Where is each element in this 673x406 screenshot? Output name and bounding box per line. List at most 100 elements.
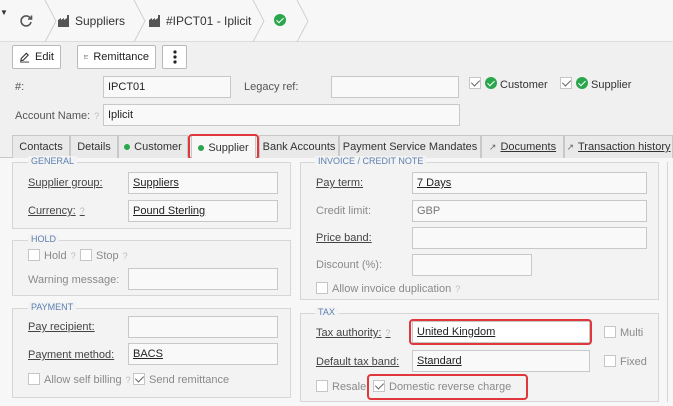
hold-checkbox[interactable] (28, 249, 40, 261)
link-icon: ↗ (566, 141, 574, 152)
tab-customer[interactable]: Customer (118, 135, 188, 158)
discount-label: Discount (%): (316, 259, 383, 271)
tab-contacts[interactable]: Contacts (12, 135, 70, 158)
default-tax-band-field[interactable]: Standard (412, 350, 590, 372)
pencil-icon (19, 52, 30, 63)
remittance-button-label: Remittance (93, 51, 149, 63)
supplier-checkbox[interactable] (560, 77, 572, 89)
envelope-icon (84, 55, 89, 59)
hold-label: Hold? (44, 250, 76, 262)
tab-customer-label: Customer (134, 141, 182, 153)
tab-contacts-label: Contacts (19, 141, 63, 153)
payment-title: PAYMENT (28, 302, 77, 312)
pay-recipient-label[interactable]: Pay recipient: (28, 321, 95, 333)
discount-field[interactable] (412, 254, 532, 276)
customer-checkbox[interactable] (469, 77, 481, 89)
legacy-ref-label: Legacy ref: (244, 81, 299, 93)
allow-self-billing-label: Allow self billing? (44, 374, 131, 386)
link-icon: ↗ (488, 141, 497, 152)
resale-checkbox[interactable] (316, 380, 328, 392)
resale-label: Resale (332, 381, 367, 393)
id-field[interactable]: IPCT01 (103, 76, 231, 98)
fixed-label: Fixed (620, 356, 647, 368)
price-band-label[interactable]: Price band: (316, 232, 372, 244)
tax-title: TAX (315, 307, 338, 317)
breadcrumb: ▼ Suppliers #IPCT01 - Iplicit (0, 0, 673, 42)
tab-transaction-history[interactable]: ↗ Transaction history (564, 135, 673, 158)
allow-self-billing-checkbox[interactable] (28, 373, 40, 385)
allow-invoice-duplication-label: Allow invoice duplication? (332, 283, 461, 295)
status-ok-icon (274, 14, 286, 26)
help-icon: ? (79, 206, 85, 216)
account-name-label: Account Name:? (15, 110, 100, 122)
toolbar: Edit Remittance (0, 43, 673, 71)
domestic-reverse-charge-highlight (367, 374, 528, 400)
tab-details-label: Details (77, 141, 111, 153)
edit-button-label: Edit (35, 51, 54, 63)
general-title: GENERAL (28, 156, 78, 166)
more-options-button[interactable] (162, 45, 187, 69)
help-icon: ? (94, 111, 100, 121)
allow-invoice-duplication-checkbox[interactable] (316, 282, 328, 294)
tax-authority-label[interactable]: Tax authority:? (316, 327, 390, 339)
refresh-icon[interactable] (18, 13, 34, 29)
currency-field[interactable]: Pound Sterling (128, 200, 278, 222)
warning-message-field[interactable] (128, 268, 278, 290)
multi-checkbox[interactable] (604, 326, 616, 338)
currency-label[interactable]: Currency:? (28, 205, 85, 217)
tab-details[interactable]: Details (70, 135, 118, 158)
supplier-label: Supplier (591, 79, 632, 91)
payment-method-field[interactable]: BACS (128, 343, 278, 365)
tab-mandates-label: Payment Service Mandates (342, 141, 478, 153)
help-icon: ? (455, 284, 461, 294)
help-icon: ? (125, 375, 131, 385)
tab-bank-accounts-label: Bank Accounts (262, 141, 336, 153)
tab-documents[interactable]: ↗ Documents (481, 135, 564, 158)
customer-label: Customer (500, 79, 548, 91)
credit-limit-field[interactable]: GBP (412, 200, 647, 222)
stop-checkbox[interactable] (80, 249, 92, 261)
factory-icon (149, 15, 160, 27)
tax-authority-highlight (409, 319, 592, 345)
pay-term-label[interactable]: Pay term: (316, 177, 363, 189)
breadcrumb-record[interactable]: #IPCT01 - Iplicit (166, 14, 251, 28)
supplier-check-icon (576, 77, 588, 89)
send-remittance-label: Send remittance (149, 374, 230, 386)
multi-label: Multi (620, 327, 644, 339)
supplier-group-label[interactable]: Supplier group: (28, 177, 103, 189)
payment-method-label[interactable]: Payment method: (28, 349, 114, 361)
pay-recipient-field[interactable] (128, 316, 278, 338)
hold-title: HOLD (28, 234, 60, 244)
tab-documents-label: Documents (500, 141, 557, 153)
edit-button[interactable]: Edit (12, 45, 61, 69)
default-tax-band-label[interactable]: Default tax band: (316, 356, 399, 368)
factory-icon (58, 15, 69, 27)
warning-message-label: Warning message: (28, 274, 120, 286)
menu-toggle-icon[interactable]: ▼ (0, 8, 8, 17)
breadcrumb-suppliers[interactable]: Suppliers (75, 14, 125, 28)
supplier-group-field[interactable]: Suppliers (128, 172, 278, 194)
tab-bar: Contacts Details Customer Supplier Bank … (0, 134, 673, 159)
credit-limit-label: Credit limit: (316, 205, 372, 217)
help-icon: ? (385, 328, 391, 338)
customer-status-dot (124, 144, 131, 150)
tab-transaction-history-label: Transaction history (578, 141, 671, 153)
tab-payment-service-mandates[interactable]: Payment Service Mandates (339, 135, 481, 158)
invoice-title: INVOICE / CREDIT NOTE (315, 156, 427, 166)
price-band-field[interactable] (412, 227, 647, 249)
more-vertical-icon (172, 50, 177, 64)
right-divider (667, 162, 668, 402)
stop-label: Stop? (96, 250, 128, 262)
id-label: #: (15, 81, 25, 93)
legacy-ref-field[interactable] (331, 76, 459, 98)
help-icon: ? (122, 251, 128, 261)
account-name-field[interactable]: Iplicit (103, 104, 460, 126)
remittance-button[interactable]: Remittance (77, 45, 156, 69)
help-icon: ? (70, 251, 76, 261)
send-remittance-checkbox[interactable] (133, 373, 145, 385)
supplier-tab-highlight (188, 134, 259, 160)
customer-check-icon (485, 77, 497, 89)
tab-bank-accounts[interactable]: Bank Accounts (259, 135, 339, 158)
pay-term-field[interactable]: 7 Days (412, 172, 647, 194)
fixed-checkbox[interactable] (604, 355, 616, 367)
